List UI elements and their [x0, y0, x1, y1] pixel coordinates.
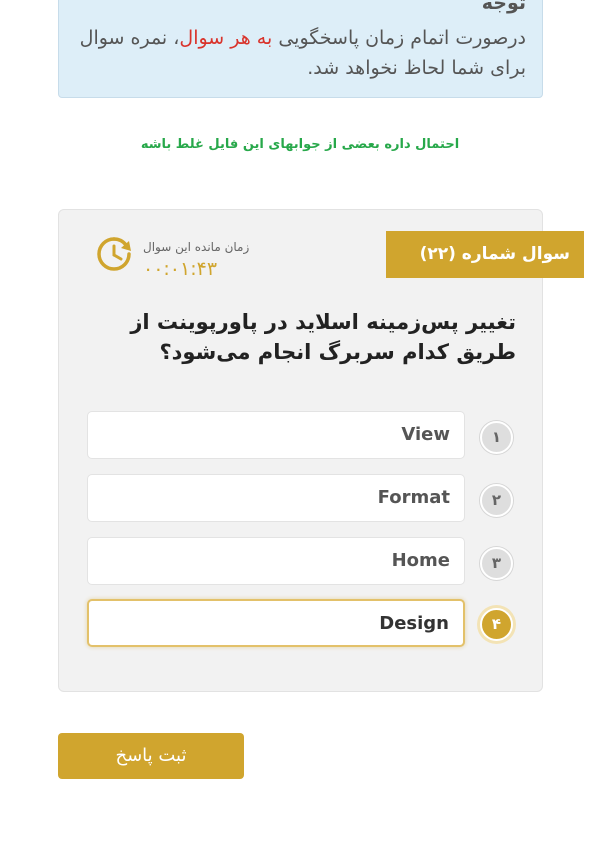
option-1[interactable]: View	[87, 411, 465, 459]
option-number-4[interactable]: ۴	[480, 608, 513, 641]
question-text: تغییر پس‌زمینه اسلاید در پاورپوینت از طر…	[130, 310, 516, 364]
notice-text-emphasis: به هر سوال	[179, 27, 273, 49]
option-4[interactable]: Design	[87, 599, 465, 647]
option-number-2[interactable]: ۲	[480, 484, 513, 517]
clock-icon	[97, 237, 131, 271]
option-number-3[interactable]: ۳	[480, 547, 513, 580]
notice-box: توجه درصورت اتمام زمان پاسخگویی به هر سو…	[58, 0, 543, 98]
option-number-1[interactable]: ۱	[480, 421, 513, 454]
quiz-page: توجه درصورت اتمام زمان پاسخگویی به هر سو…	[0, 0, 600, 849]
option-2[interactable]: Format	[87, 474, 465, 522]
submit-answer-button[interactable]: ثبت پاسخ	[58, 733, 244, 779]
notice-text-before: درصورت اتمام زمان پاسخگویی	[272, 27, 526, 49]
timer-label: زمان مانده این سوال	[143, 240, 250, 254]
timer-value: ۰۰:۰۱:۴۳	[143, 258, 218, 280]
question-number-badge: سوال شماره (۲۲)	[386, 231, 584, 278]
question-timer: زمان مانده این سوال ۰۰:۰۱:۴۳	[93, 232, 273, 282]
warning-text: احتمال داره بعضی از جوابهای این فایل غلط…	[140, 137, 460, 152]
question-card: سوال شماره (۲۲) زمان مانده این سوال ۰۰:۰…	[58, 209, 584, 692]
notice-text: درصورت اتمام زمان پاسخگویی به هر سوال، ن…	[75, 23, 526, 83]
notice-title: توجه	[481, 0, 526, 14]
option-3[interactable]: Home	[87, 537, 465, 585]
